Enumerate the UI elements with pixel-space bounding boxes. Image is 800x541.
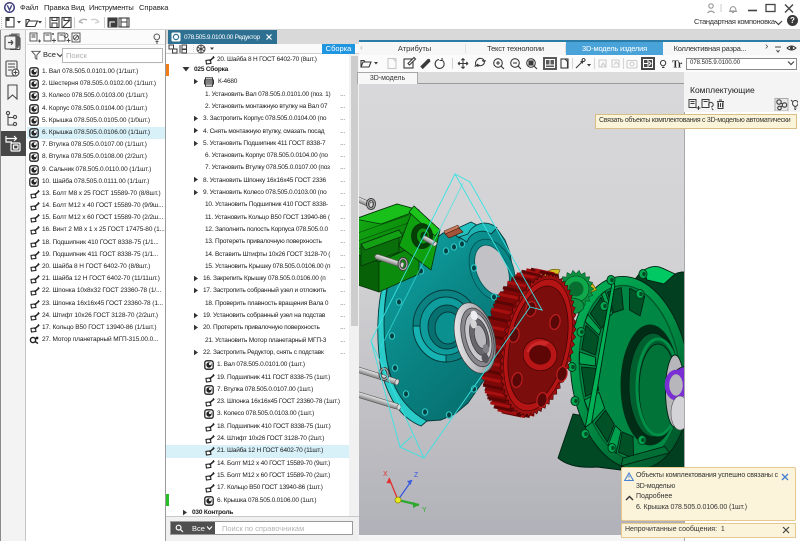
svg-text:X: X [383,471,388,478]
svg-text:Z: Z [414,472,419,479]
svg-text:Y: Y [422,507,427,514]
svg-text:Tr: Tr [672,60,683,70]
